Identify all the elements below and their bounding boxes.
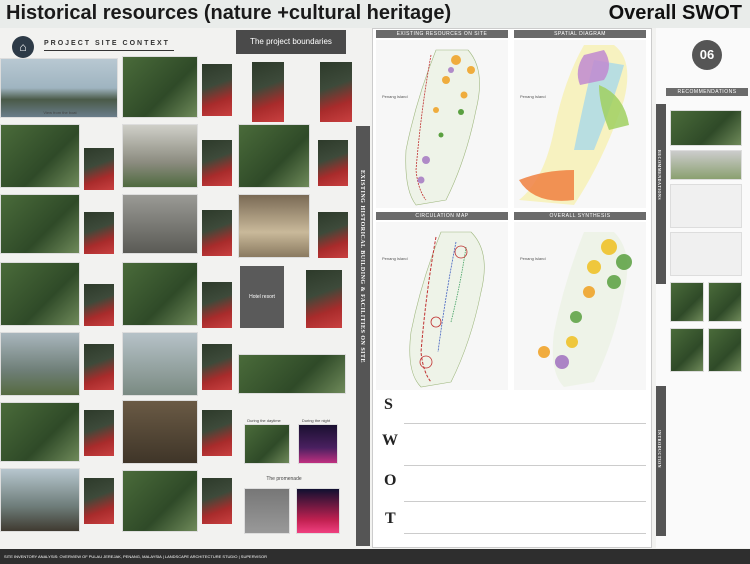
swot-w: W (382, 432, 398, 449)
map-15 (84, 478, 114, 524)
rec-photo-1 (670, 110, 742, 146)
diagram-existing: Penang Island (376, 40, 508, 208)
section-label: PROJECT SITE CONTEXT (44, 40, 170, 47)
map-11 (84, 344, 114, 390)
island-label-4: Penang Island (520, 256, 546, 261)
rec-sketch-1 (670, 184, 742, 228)
swot-t: T (385, 510, 396, 527)
photo-3 (122, 124, 198, 188)
map-boundary-2 (320, 62, 352, 122)
side-label-1: RECOMMENDATIONS (657, 150, 662, 201)
map-16 (202, 478, 232, 524)
vertical-label: EXISTING HISTORICAL BUILDING & FACILITIE… (359, 170, 365, 363)
map-14 (202, 410, 232, 456)
swot-row-w (404, 426, 646, 466)
island-label-2: Penang Island (520, 94, 546, 99)
diagram-spatial: Penang Island (514, 40, 646, 208)
page-title: Historical resources (nature +cultural h… (6, 2, 452, 24)
map-5 (84, 212, 114, 254)
diagram-synthesis: Penang Island (514, 222, 646, 390)
rec-photo-2 (670, 150, 742, 180)
photo-15 (0, 468, 80, 532)
map-8 (84, 284, 114, 326)
map-13 (84, 410, 114, 456)
map-6 (202, 210, 232, 256)
swot-row-o (404, 468, 646, 502)
photo-promenade-2 (296, 488, 340, 534)
photo-8 (0, 262, 80, 326)
hotel-resort-label: Hotel resort (240, 266, 284, 328)
map-3 (202, 140, 232, 186)
diagram-circulation: Penang Island (376, 222, 508, 390)
project-boundaries-header: The project boundaries (236, 30, 346, 54)
map-2 (84, 148, 114, 190)
island-label-3: Penang Island (382, 256, 408, 261)
photo-14 (122, 400, 198, 464)
rec-sketch-2 (670, 232, 742, 276)
photo-12 (238, 354, 346, 394)
rec-photo-3 (670, 282, 704, 322)
recommendations-header: RECOMMENDATIONS (666, 88, 748, 96)
swot-row-t (404, 504, 646, 534)
footer-bar: SITE INVENTORY ANALYSIS: OVERVIEW OF PUL… (0, 549, 750, 564)
caption-night: During the night (301, 418, 331, 423)
island-label-1: Penang Island (382, 94, 408, 99)
swot-s: S (384, 396, 393, 413)
map-4 (318, 140, 348, 186)
map-10 (306, 270, 342, 328)
photo-7 (238, 194, 310, 258)
map-7 (318, 212, 348, 258)
location-pin-icon: ⌂ (12, 36, 34, 58)
photo-promenade-1 (244, 488, 290, 534)
rec-photo-6 (708, 328, 742, 372)
divider (44, 50, 174, 51)
panel-header-synthesis: OVERALL SYNTHESIS (514, 212, 646, 220)
map-1 (202, 64, 232, 116)
page-number-badge: 06 (692, 40, 722, 70)
photo-6 (122, 194, 198, 254)
swot-row-s (404, 396, 646, 424)
photo-4 (238, 124, 310, 188)
map-9 (202, 282, 232, 328)
panel-header-circulation: CIRCULATION MAP (376, 212, 508, 220)
panel-header-existing: EXISTING RESOURCES ON SITE (376, 30, 508, 38)
photo-night (298, 424, 338, 464)
photo-2 (0, 124, 80, 188)
rec-photo-4 (708, 282, 742, 322)
photo-11 (122, 332, 198, 396)
caption-promenade: The promenade (266, 476, 302, 482)
photo-9 (122, 262, 198, 326)
caption-view: View from the boat (43, 110, 77, 115)
photo-16 (122, 470, 198, 532)
swot-o: O (384, 472, 397, 489)
photo-10 (0, 332, 80, 396)
photo-13 (0, 402, 80, 462)
panel-header-spatial: SPATIAL DIAGRAM (514, 30, 646, 38)
photo-view-from-boat (0, 58, 118, 118)
side-label-2: INTRODUCTION (657, 430, 662, 469)
caption-day: During the daytime (247, 418, 281, 423)
page-title-right: Overall SWOT (608, 2, 742, 24)
rec-photo-5 (670, 328, 704, 372)
map-12 (202, 344, 232, 390)
photo-5 (0, 194, 80, 254)
photo-1 (122, 56, 198, 118)
map-boundary-1 (252, 62, 284, 122)
photo-day (244, 424, 290, 464)
